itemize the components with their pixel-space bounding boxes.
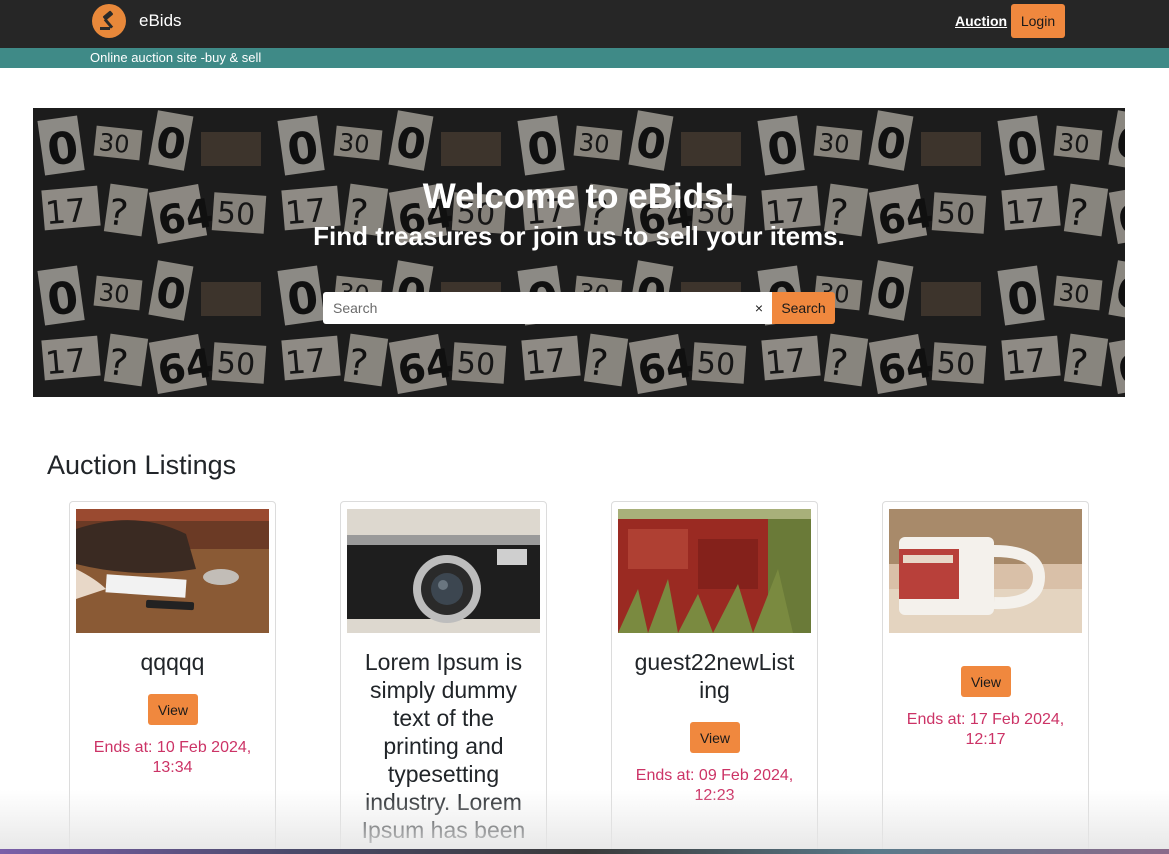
- gavel-logo-icon[interactable]: [92, 4, 126, 38]
- login-button[interactable]: Login: [1011, 4, 1065, 38]
- brand-name[interactable]: eBids: [139, 11, 182, 31]
- view-button[interactable]: View: [148, 694, 198, 725]
- tagline-text: Online auction site -buy & sell: [90, 50, 262, 65]
- search-button[interactable]: Search: [772, 292, 835, 324]
- listing-card[interactable]: qqqqq View Ends at: 10 Feb 2024, 13:34: [69, 501, 276, 854]
- listing-title: Lorem Ipsum is simply dummy text of the …: [361, 649, 526, 854]
- view-button[interactable]: View: [690, 722, 740, 753]
- hero-overlay: [33, 108, 1125, 397]
- screen-bottom-edge: [0, 849, 1169, 854]
- listing-image-desk[interactable]: [76, 509, 269, 633]
- listing-image-mug[interactable]: [889, 509, 1082, 633]
- listing-title: guest22newList ing: [634, 649, 795, 703]
- hero-title: Welcome to eBids!: [422, 177, 736, 216]
- listing-end-time: Ends at: 17 Feb 2024, 12:17: [906, 711, 1065, 748]
- nav-link-auction[interactable]: Auction: [955, 13, 1007, 29]
- listing-end-time: Ends at: 09 Feb 2024, 12:23: [635, 767, 794, 804]
- listing-card[interactable]: View Ends at: 17 Feb 2024, 12:17: [882, 501, 1089, 854]
- listing-card[interactable]: guest22newList ing View Ends at: 09 Feb 2…: [611, 501, 818, 854]
- listing-end-time: Ends at: 10 Feb 2024, 13:34: [93, 739, 252, 776]
- listing-title: qqqqq: [140, 649, 205, 675]
- listing-image-red-box[interactable]: [618, 509, 811, 633]
- clear-search-icon[interactable]: ×: [751, 300, 767, 316]
- section-title-auction-listings: Auction Listings: [47, 450, 237, 480]
- top-navbar: eBids Auction Login: [0, 0, 1169, 48]
- search-input[interactable]: [323, 292, 773, 324]
- hero-banner: 0 30 0 17 ? 64 50 Welcome to eBids! Find…: [33, 108, 1125, 397]
- listing-image-camera[interactable]: [347, 509, 540, 633]
- hero-subtitle: Find treasures or join us to sell your i…: [313, 221, 845, 251]
- view-button[interactable]: View: [961, 666, 1011, 697]
- tagline-bar: Online auction site -buy & sell: [0, 48, 1169, 68]
- listing-card[interactable]: Lorem Ipsum is simply dummy text of the …: [340, 501, 547, 854]
